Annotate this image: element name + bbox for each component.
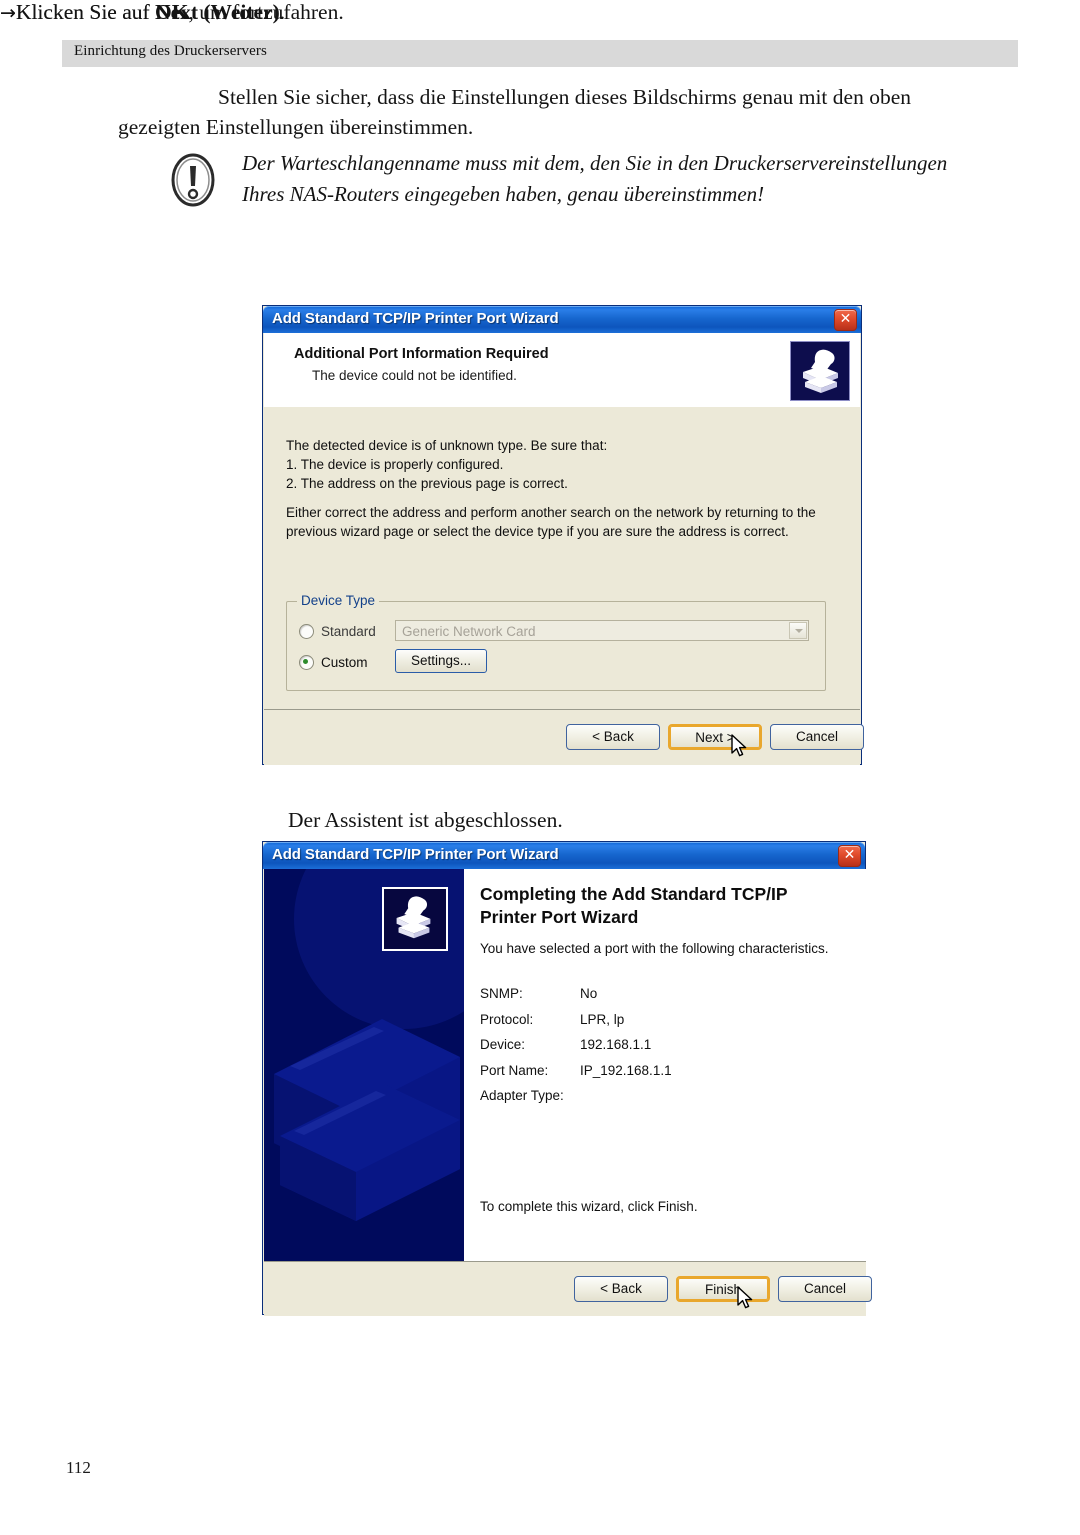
dialog1-footer: < Back Next > Cancel: [264, 709, 864, 765]
device-type-label: Device Type: [297, 593, 380, 608]
dialog1-body: The detected device is of unknown type. …: [264, 407, 860, 709]
printer-hand-icon-2: [382, 887, 448, 951]
cancel-button[interactable]: Cancel: [770, 724, 864, 750]
port-properties-list: SNMP: No Protocol: LPR, lp Device: 192.1…: [480, 986, 850, 1114]
dialog-additional-port-information[interactable]: Add Standard TCP/IP Printer Port Wizard …: [262, 305, 864, 765]
step-next-keyword: Next (Weiter): [155, 0, 280, 24]
list-item: SNMP: No: [480, 986, 850, 1012]
dialog2-subtitle: You have selected a port with the follow…: [480, 941, 829, 956]
page-header-title: Einrichtung des Druckerservers: [74, 43, 267, 59]
radio-standard-label: Standard: [321, 624, 376, 639]
property-key: Device:: [480, 1037, 526, 1052]
property-value: LPR, lp: [580, 1011, 625, 1027]
dialog2-heading: Completing the Add Standard TCP/IP Print…: [480, 884, 788, 927]
page-header-bar: Einrichtung des Druckerservers: [62, 40, 1018, 67]
dialog2-main-panel: Completing the Add Standard TCP/IP Print…: [464, 869, 866, 1261]
back-button-2[interactable]: < Back: [574, 1276, 668, 1302]
arrow-glyph-2: →: [0, 2, 16, 24]
list-item: Protocol: LPR, lp: [480, 1012, 850, 1038]
dialog1-title: Add Standard TCP/IP Printer Port Wizard: [272, 310, 559, 327]
list-item: Device: 192.168.1.1: [480, 1037, 850, 1063]
intro-paragraph: Stellen Sie sicher, dass die Einstellung…: [118, 85, 911, 139]
dialog2-titlebar[interactable]: Add Standard TCP/IP Printer Port Wizard …: [263, 842, 865, 869]
close-icon-2[interactable]: ✕: [838, 845, 861, 867]
chevron-down-icon[interactable]: [789, 622, 807, 639]
property-value: No: [580, 986, 598, 1001]
dialog1-paragraph-2: Either correct the address and perform a…: [286, 505, 816, 539]
settings-button[interactable]: Settings...: [395, 649, 487, 673]
exclamation-oval-icon: [170, 153, 216, 207]
dialog1-header-title: Additional Port Information Required: [294, 346, 549, 362]
property-key: Port Name:: [480, 1062, 549, 1078]
note-text: Der Warteschlangenname muss mit dem, den…: [242, 151, 948, 206]
dialog2-finish-note: To complete this wizard, click Finish.: [480, 1199, 698, 1214]
property-value: IP_192.168.1.1: [580, 1062, 672, 1078]
step-next-prefix: Klicken Sie auf: [15, 0, 156, 24]
dialog1-header-subtitle: The device could not be identified.: [312, 368, 517, 383]
radio-standard[interactable]: [299, 624, 314, 639]
printer-hand-icon: [790, 341, 850, 401]
device-type-dropdown-value: Generic Network Card: [402, 624, 536, 639]
property-key: Protocol:: [480, 1011, 534, 1027]
dialog2-sidebar: [264, 869, 464, 1261]
back-button[interactable]: < Back: [566, 724, 660, 750]
radio-row-standard[interactable]: Standard: [299, 624, 376, 639]
dialog-completing-wizard[interactable]: Add Standard TCP/IP Printer Port Wizard …: [262, 841, 872, 1316]
radio-custom[interactable]: [299, 655, 314, 670]
next-button[interactable]: Next >: [668, 724, 762, 750]
dialog1-paragraph-1: The detected device is of unknown type. …: [286, 438, 608, 491]
dialog2-title: Add Standard TCP/IP Printer Port Wizard: [272, 846, 559, 863]
device-type-groupbox: Device Type Standard Custom Generic Netw…: [286, 593, 826, 691]
dialog1-header-panel: Additional Port Information Required The…: [264, 333, 860, 408]
dialog1-titlebar[interactable]: Add Standard TCP/IP Printer Port Wizard …: [263, 306, 861, 333]
radio-custom-label: Custom: [321, 655, 368, 670]
radio-row-custom[interactable]: Custom: [299, 655, 368, 670]
close-icon[interactable]: ✕: [834, 309, 857, 331]
list-item: Port Name: IP_192.168.1.1: [480, 1063, 850, 1089]
device-type-dropdown[interactable]: Generic Network Card: [395, 620, 809, 641]
finish-button[interactable]: Finish: [676, 1276, 770, 1302]
dialog2-footer: < Back Finish Cancel: [264, 1261, 872, 1316]
property-key: Adapter Type:: [480, 1088, 564, 1103]
step-click-next: →Klicken Sie auf Next (Weiter).: [0, 0, 285, 25]
list-item: Adapter Type:: [480, 1088, 850, 1114]
property-value: 192.168.1.1: [580, 1037, 652, 1052]
step-next-suffix: .: [279, 0, 286, 24]
page-number: 112: [66, 1458, 91, 1477]
property-key: SNMP:: [480, 986, 523, 1001]
wizard-complete-line: Der Assistent ist abgeschlossen.: [288, 808, 563, 832]
cancel-button-2[interactable]: Cancel: [778, 1276, 872, 1302]
